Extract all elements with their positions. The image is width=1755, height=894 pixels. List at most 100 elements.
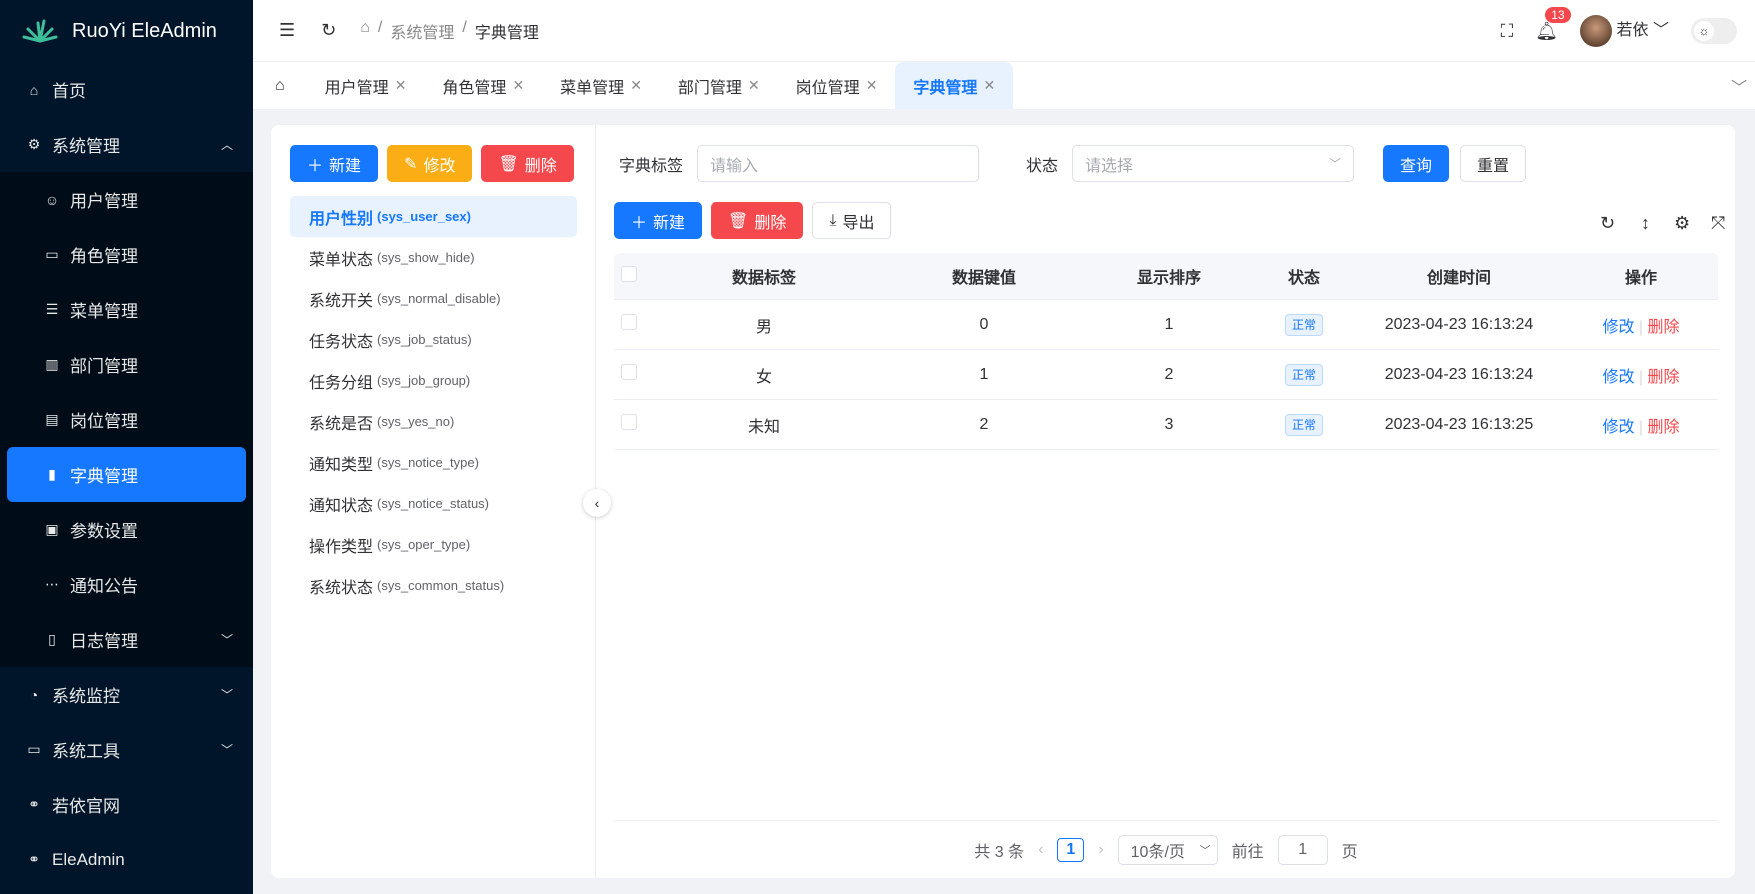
placeholder: 请输入 bbox=[710, 157, 759, 175]
prev-page-icon[interactable]: ‹ bbox=[1038, 841, 1043, 859]
sidebar-item-user[interactable]: ☺ 用户管理 bbox=[0, 172, 253, 227]
delete-dict-button[interactable]: 🗑︎ 删除 bbox=[481, 145, 574, 182]
tab-menu[interactable]: 菜单管理 ✕ bbox=[542, 62, 660, 109]
close-icon[interactable]: ✕ bbox=[512, 77, 524, 94]
status-select[interactable]: 请选择 ﹀ bbox=[1072, 145, 1355, 182]
dict-label-input[interactable]: 请输入 bbox=[697, 145, 980, 182]
tab-label: 角色管理 bbox=[442, 79, 507, 97]
close-icon[interactable]: ✕ bbox=[866, 77, 878, 94]
menu-label: 参数设置 bbox=[70, 522, 138, 541]
sidebar-item-dict[interactable]: ▮ 字典管理 bbox=[7, 447, 246, 502]
tab-post[interactable]: 岗位管理 ✕ bbox=[778, 62, 896, 109]
collapse-menu-icon[interactable]: ☰ bbox=[279, 20, 295, 41]
chevron-left-icon[interactable]: ‹ bbox=[583, 489, 611, 517]
sidebar-item-tools[interactable]: ▭ 系统工具 ﹀ bbox=[0, 722, 253, 777]
dict-type-item[interactable]: 通知类型 (sys_notice_type) bbox=[290, 442, 577, 483]
edit-dict-button[interactable]: ✎ 修改 bbox=[387, 145, 473, 182]
reset-button[interactable]: 重置 bbox=[1460, 145, 1527, 182]
dict-name: 用户性别 bbox=[309, 210, 374, 228]
dict-type-item[interactable]: 系统开关 (sys_normal_disable) bbox=[290, 278, 577, 319]
menu-label: 岗位管理 bbox=[70, 412, 138, 431]
dict-type-item[interactable]: 菜单状态 (sys_show_hide) bbox=[290, 237, 577, 278]
dict-type-item[interactable]: 用户性别 (sys_user_sex) bbox=[290, 196, 577, 237]
select-all-checkbox[interactable] bbox=[621, 265, 637, 282]
user-icon: ☺ bbox=[44, 191, 60, 208]
sidebar-item-notice[interactable]: ⋯ 通知公告 bbox=[0, 557, 253, 612]
user-menu[interactable]: 若依 ﹀ bbox=[1580, 15, 1669, 47]
data-table: 数据标签 数据键值 显示排序 状态 创建时间 操作 男 0 1 正常 2023-… bbox=[614, 253, 1718, 450]
header: ☰ ↻ ⌂ / 系统管理 / 字典管理 ⛶ 🔔︎ 13 若依 ﹀ ☼ bbox=[253, 0, 1755, 62]
dict-name: 系统开关 bbox=[309, 292, 374, 310]
goto-input[interactable]: 1 bbox=[1277, 834, 1328, 865]
delete-link[interactable]: 删除 bbox=[1648, 419, 1680, 436]
sidebar-item-log[interactable]: ▯ 日志管理 ﹀ bbox=[0, 612, 253, 667]
tab-user[interactable]: 用户管理 ✕ bbox=[307, 62, 425, 109]
row-checkbox[interactable] bbox=[621, 414, 637, 430]
refresh-icon[interactable]: ↻ bbox=[321, 20, 336, 41]
row-checkbox[interactable] bbox=[621, 364, 637, 380]
next-page-icon[interactable]: › bbox=[1098, 841, 1103, 859]
tab-role[interactable]: 角色管理 ✕ bbox=[424, 62, 542, 109]
logo[interactable]: RuoYi EleAdmin bbox=[0, 0, 253, 62]
query-button[interactable]: 查询 bbox=[1383, 145, 1450, 182]
sidebar-item-role[interactable]: ▭ 角色管理 bbox=[0, 227, 253, 282]
dict-type-item[interactable]: 系统状态 (sys_common_status) bbox=[290, 565, 577, 606]
page-size-select[interactable]: 10条/页 ﹀ bbox=[1117, 834, 1218, 865]
dict-type-item[interactable]: 系统是否 (sys_yes_no) bbox=[290, 401, 577, 442]
edit-link[interactable]: 修改 bbox=[1602, 369, 1634, 386]
delete-data-button[interactable]: 🗑︎ 删除 bbox=[711, 202, 804, 239]
theme-toggle[interactable]: ☼ bbox=[1691, 18, 1737, 44]
dict-type-item[interactable]: 操作类型 (sys_oper_type) bbox=[290, 524, 577, 565]
sidebar-item-config[interactable]: ▣ 参数设置 bbox=[0, 502, 253, 557]
gear-icon[interactable]: ⚙ bbox=[1674, 213, 1690, 234]
tab-label: 菜单管理 bbox=[560, 79, 625, 97]
edit-link[interactable]: 修改 bbox=[1602, 319, 1634, 336]
dict-code: (sys_notice_type) bbox=[377, 455, 479, 470]
sidebar-item-post[interactable]: ▤ 岗位管理 bbox=[0, 392, 253, 447]
sidebar-item-eleadmin[interactable]: ⚭ EleAdmin bbox=[0, 832, 253, 887]
close-icon[interactable]: ✕ bbox=[748, 77, 760, 94]
avatar bbox=[1580, 15, 1613, 47]
page-suffix: 页 bbox=[1341, 843, 1358, 861]
tab-dept[interactable]: 部门管理 ✕ bbox=[660, 62, 778, 109]
close-icon[interactable]: ✕ bbox=[983, 77, 995, 94]
new-data-button[interactable]: ＋ 新建 bbox=[614, 202, 703, 239]
menu-label: 通知公告 bbox=[70, 577, 138, 596]
sidebar-item-ruoyi-site[interactable]: ⚭ 若依官网 bbox=[0, 777, 253, 832]
tab-dict[interactable]: 字典管理 ✕ bbox=[895, 62, 1014, 109]
export-button[interactable]: ⤓ 导出 bbox=[812, 202, 892, 239]
close-icon[interactable]: ✕ bbox=[630, 77, 642, 94]
dict-type-item[interactable]: 任务分组 (sys_job_group) bbox=[290, 360, 577, 401]
tabs-dropdown-icon[interactable]: ﹀ bbox=[1731, 74, 1747, 98]
sidebar-item-dept[interactable]: ▥ 部门管理 bbox=[0, 337, 253, 392]
bell-icon[interactable]: 🔔︎ 13 bbox=[1535, 6, 1571, 42]
refresh-icon[interactable]: ↻ bbox=[1600, 213, 1615, 234]
menu-label: 系统监控 bbox=[52, 687, 120, 706]
sidebar-item-monitor[interactable]: ◔ 系统监控 ﹀ bbox=[0, 667, 253, 722]
dict-name: 通知类型 bbox=[309, 456, 374, 474]
delete-link[interactable]: 删除 bbox=[1648, 319, 1680, 336]
new-dict-button[interactable]: ＋ 新建 bbox=[290, 145, 379, 182]
close-icon[interactable]: ✕ bbox=[395, 77, 407, 94]
column-height-icon[interactable]: ↕ bbox=[1641, 213, 1650, 234]
sidebar-item-menu[interactable]: ☰ 菜单管理 bbox=[0, 282, 253, 337]
chevron-down-icon: ﹀ bbox=[220, 743, 233, 757]
row-checkbox[interactable] bbox=[621, 314, 637, 330]
sidebar-item-system[interactable]: ⚙ 系统管理 ︿ bbox=[0, 117, 253, 172]
link-icon: ⚭ bbox=[28, 851, 40, 867]
tab-home[interactable]: ⌂ bbox=[253, 62, 307, 109]
home-icon[interactable]: ⌂ bbox=[360, 19, 370, 43]
delete-link[interactable]: 删除 bbox=[1648, 369, 1680, 386]
sidebar-item-home[interactable]: ⌂ 首页 bbox=[0, 62, 253, 117]
page-1[interactable]: 1 bbox=[1057, 837, 1085, 862]
field-label: 字典标签 bbox=[619, 157, 684, 175]
cell-sort: 1 bbox=[1164, 315, 1174, 333]
dict-type-item[interactable]: 任务状态 (sys_job_status) bbox=[290, 319, 577, 360]
cell-sort: 2 bbox=[1164, 365, 1174, 383]
toolbox-icon: ▭ bbox=[27, 741, 41, 757]
edit-link[interactable]: 修改 bbox=[1602, 419, 1634, 436]
dict-type-item[interactable]: 通知状态 (sys_notice_status) bbox=[290, 483, 577, 524]
fullscreen-icon[interactable]: ⤧ bbox=[1711, 213, 1725, 234]
fullscreen-icon[interactable]: ⛶ bbox=[1501, 21, 1514, 42]
breadcrumb-item[interactable]: 系统管理 bbox=[390, 19, 454, 43]
